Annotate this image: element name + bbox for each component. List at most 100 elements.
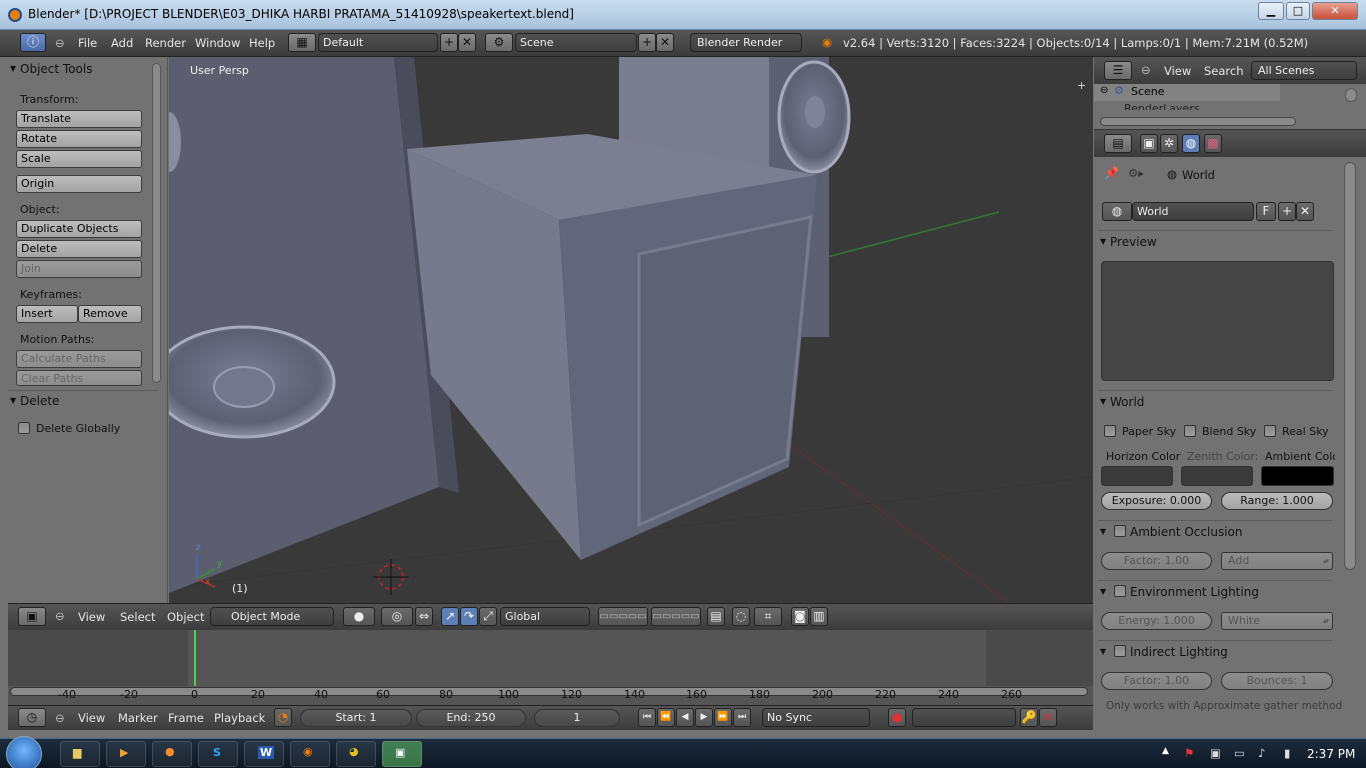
device-icon[interactable]: ▣ bbox=[1210, 746, 1221, 760]
env-panel-header[interactable]: Environment Lighting bbox=[1098, 580, 1332, 603]
lock-layers-icon[interactable]: ▤ bbox=[707, 607, 725, 626]
manipulator-toggle-icon[interactable]: ⇔ bbox=[415, 607, 433, 626]
timeline-playback-menu[interactable]: Playback bbox=[214, 711, 265, 725]
battery-icon[interactable]: ▮ bbox=[1284, 746, 1290, 760]
menu-render[interactable]: Render bbox=[145, 36, 186, 50]
snap-icon[interactable]: ⌗ bbox=[754, 607, 782, 626]
start-button[interactable] bbox=[6, 736, 42, 768]
pivot-icon[interactable]: ◎ bbox=[381, 607, 413, 626]
ao-blend-select[interactable]: Add bbox=[1221, 552, 1333, 570]
object-mode-select[interactable]: Object Mode bbox=[210, 607, 334, 626]
taskbar-firefox[interactable]: ● bbox=[152, 741, 192, 767]
viewport-select-menu[interactable]: Select bbox=[120, 610, 155, 624]
collapse-icon[interactable]: ⊖ bbox=[55, 36, 65, 50]
timeline[interactable]: -40 -20 0 20 40 60 80 100 120 140 160 18… bbox=[8, 630, 1093, 705]
rotate-manipulator-icon[interactable]: ↷ bbox=[460, 607, 478, 626]
flag-icon[interactable]: ⚑ bbox=[1184, 746, 1194, 760]
indirect-panel-header[interactable]: Indirect Lighting bbox=[1098, 640, 1332, 663]
taskbar-explorer[interactable]: ▆ bbox=[60, 741, 100, 767]
jump-end-icon[interactable]: ⏭ bbox=[733, 708, 751, 727]
scene-tab-icon[interactable]: ✲ bbox=[1160, 134, 1178, 153]
keying-set-field[interactable] bbox=[912, 708, 1016, 727]
preview-panel-header[interactable]: Preview bbox=[1098, 230, 1332, 253]
current-frame-marker[interactable] bbox=[194, 630, 196, 686]
world-tab-icon[interactable]: ◍ bbox=[1182, 134, 1200, 153]
scale-button[interactable]: Scale bbox=[16, 150, 142, 168]
render-tab-icon[interactable]: ▣ bbox=[1140, 134, 1158, 153]
viewport-collapse-icon[interactable]: ⊖ bbox=[55, 609, 65, 623]
rotate-button[interactable]: Rotate bbox=[16, 130, 142, 148]
layout-select[interactable]: Default bbox=[318, 33, 438, 52]
taskbar-skype[interactable]: S bbox=[198, 741, 238, 767]
clock[interactable]: 2:37 PM bbox=[1307, 747, 1355, 761]
world-browse-icon[interactable]: ◍ bbox=[1102, 202, 1132, 221]
minimize-button[interactable]: ▁ bbox=[1258, 2, 1284, 20]
ao-factor-field[interactable]: Factor: 1.00 bbox=[1101, 552, 1212, 570]
outliner-view-menu[interactable]: View bbox=[1164, 64, 1191, 78]
insert-keyframe-icon[interactable]: 🔑 bbox=[1020, 708, 1038, 727]
close-button[interactable]: ✕ bbox=[1312, 2, 1358, 20]
outliner-scrollbar[interactable] bbox=[1345, 88, 1357, 102]
menu-help[interactable]: Help bbox=[249, 36, 275, 50]
delete-button[interactable]: Delete bbox=[16, 240, 142, 258]
add-layout-button[interactable]: + bbox=[440, 33, 458, 52]
render-engine-select[interactable]: Blender Render bbox=[690, 33, 802, 52]
volume-icon[interactable]: ♪ bbox=[1258, 746, 1265, 760]
viewport-object-menu[interactable]: Object bbox=[167, 610, 204, 624]
menu-window[interactable]: Window bbox=[195, 36, 240, 50]
end-frame-field[interactable]: End: 250 bbox=[416, 709, 526, 727]
translate-button[interactable]: Translate bbox=[16, 110, 142, 128]
taskbar-media[interactable]: ▶ bbox=[106, 741, 146, 767]
energy-field[interactable]: Energy: 1.000 bbox=[1101, 612, 1212, 630]
new-world-button[interactable]: + bbox=[1278, 202, 1296, 221]
scene-select[interactable]: Scene bbox=[515, 33, 637, 52]
shading-icon[interactable]: ● bbox=[343, 607, 375, 626]
props-scrollbar[interactable] bbox=[1344, 162, 1356, 570]
env-color-select[interactable]: White bbox=[1221, 612, 1333, 630]
calculate-paths-button[interactable]: Calculate Paths bbox=[16, 350, 142, 368]
exposure-field[interactable]: Exposure: 0.000 bbox=[1101, 492, 1212, 510]
next-keyframe-icon[interactable]: ⏩ bbox=[714, 708, 732, 727]
play-reverse-icon[interactable]: ◀ bbox=[676, 708, 694, 727]
menu-file[interactable]: File bbox=[78, 36, 97, 50]
outliner-hscrollbar[interactable] bbox=[1100, 117, 1296, 126]
outliner-row-scene[interactable]: ⊖ ⚙ Scene bbox=[1094, 84, 1280, 101]
outliner-search-menu[interactable]: Search bbox=[1204, 64, 1244, 78]
layout-icon[interactable]: ▦ bbox=[288, 33, 316, 52]
tray-expand-icon[interactable]: ▲ bbox=[1162, 746, 1169, 756]
play-icon[interactable]: ▶ bbox=[695, 708, 713, 727]
scene-icon[interactable]: ⚙ bbox=[485, 33, 513, 52]
remove-keyframe-button[interactable]: Remove bbox=[78, 305, 142, 323]
sync-select[interactable]: No Sync bbox=[762, 708, 870, 727]
outliner-collapse-icon[interactable]: ⊖ bbox=[1141, 63, 1151, 77]
ao-panel-header[interactable]: Ambient Occlusion bbox=[1098, 520, 1332, 543]
indirect-checkbox[interactable] bbox=[1114, 645, 1126, 657]
insert-keyframe-button[interactable]: Insert bbox=[16, 305, 78, 323]
taskbar-word[interactable]: W bbox=[244, 741, 284, 767]
origin-button[interactable]: Origin bbox=[16, 175, 142, 193]
add-scene-button[interactable]: + bbox=[638, 33, 656, 52]
editor-type-icon[interactable]: ▣ bbox=[18, 607, 46, 626]
timeline-view-menu[interactable]: View bbox=[78, 711, 105, 725]
env-checkbox[interactable] bbox=[1114, 585, 1126, 597]
real-sky-checkbox[interactable]: Real Sky bbox=[1264, 425, 1329, 438]
start-frame-field[interactable]: Start: 1 bbox=[300, 709, 412, 727]
taskbar-chrome[interactable]: ◕ bbox=[336, 741, 376, 767]
timeline-editor-icon[interactable]: ◷ bbox=[18, 708, 46, 727]
properties-toggle-icon[interactable]: + bbox=[1077, 79, 1086, 92]
blend-sky-checkbox[interactable]: Blend Sky bbox=[1184, 425, 1256, 438]
paper-sky-checkbox[interactable]: Paper Sky bbox=[1104, 425, 1176, 438]
delete-panel-header[interactable]: Delete bbox=[8, 390, 158, 411]
timeline-marker-menu[interactable]: Marker bbox=[118, 711, 158, 725]
delete-keyframe-icon[interactable]: ✕ bbox=[1039, 708, 1057, 727]
indirect-factor-field[interactable]: Factor: 1.00 bbox=[1101, 672, 1212, 690]
range-field[interactable]: Range: 1.000 bbox=[1221, 492, 1333, 510]
expand-icon[interactable]: ⊖ bbox=[1100, 85, 1108, 96]
toolshelf-scrollbar[interactable] bbox=[152, 63, 161, 383]
texture-tab-icon[interactable]: ▩ bbox=[1204, 134, 1222, 153]
maximize-button[interactable]: □ bbox=[1286, 2, 1310, 20]
network-icon[interactable]: ▭ bbox=[1234, 746, 1245, 760]
timeline-scrollbar[interactable] bbox=[10, 687, 1088, 696]
clear-paths-button[interactable]: Clear Paths bbox=[16, 370, 142, 386]
orientation-select[interactable]: Global bbox=[500, 607, 590, 626]
